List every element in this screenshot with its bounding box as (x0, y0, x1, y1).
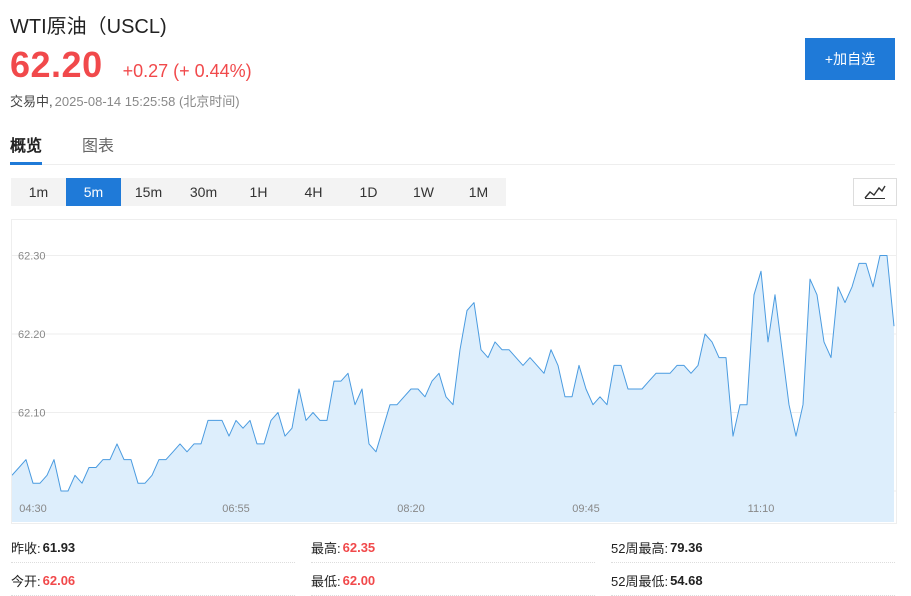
price-change: +0.27 (+ 0.44%) (122, 61, 252, 81)
stat-value: 62.00 (342, 572, 376, 588)
stat-value: 62.35 (342, 539, 376, 555)
stat-label: 52周最低: (611, 573, 669, 589)
y-tick-label: 62.20 (18, 329, 46, 341)
price-area (12, 255, 894, 522)
stat-value: 61.93 (42, 539, 76, 555)
x-tick-label: 04:30 (19, 503, 47, 515)
stat-value: 62.06 (42, 572, 76, 588)
tab-chart[interactable]: 图表 (82, 132, 114, 164)
period-selector: 1m 5m 15m 30m 1H 4H 1D 1W 1M (11, 178, 506, 206)
stat-prev-close: 昨收: 61.93 (11, 532, 295, 563)
tab-overview[interactable]: 概览 (10, 132, 43, 165)
instrument-title: WTI原油（USCL) (10, 16, 167, 38)
period-5m[interactable]: 5m (66, 178, 121, 206)
period-1m[interactable]: 1m (11, 178, 66, 206)
period-4h[interactable]: 4H (286, 178, 341, 206)
period-1h[interactable]: 1H (231, 178, 286, 206)
stat-label: 最低: (311, 573, 341, 589)
price-row: 62.20 +0.27 (+ 0.44%) (10, 44, 252, 86)
line-chart-icon (864, 185, 886, 199)
view-tabs: 概览 图表 (10, 132, 895, 165)
period-1d[interactable]: 1D (341, 178, 396, 206)
chart-type-toggle[interactable] (853, 178, 897, 206)
x-tick-label: 09:45 (572, 503, 600, 515)
quote-timestamp: 2025-08-14 15:25:58 (北京时间) (54, 94, 240, 109)
add-watchlist-button[interactable]: +加自选 (805, 38, 895, 80)
x-tick-label: 06:55 (222, 503, 250, 515)
period-15m[interactable]: 15m (121, 178, 176, 206)
stat-label: 最高: (311, 540, 341, 556)
stat-52w-high: 52周最高: 79.36 (611, 532, 895, 563)
y-tick-label: 62.10 (18, 408, 46, 420)
price-chart-svg: 62.0062.1062.2062.3004:3006:5508:2009:45… (11, 251, 896, 522)
period-1w[interactable]: 1W (396, 178, 451, 206)
y-tick-label: 62.30 (18, 251, 46, 263)
stat-52w-low: 52周最低: 54.68 (611, 565, 895, 596)
period-30m[interactable]: 30m (176, 178, 231, 206)
x-tick-label: 11:10 (748, 503, 775, 515)
x-tick-label: 08:20 (397, 503, 425, 515)
last-price: 62.20 (10, 44, 103, 85)
stat-high: 最高: 62.35 (311, 532, 595, 563)
stat-open: 今开: 62.06 (11, 565, 295, 596)
stat-value: 54.68 (670, 572, 703, 588)
trading-status-row: 交易中, 2025-08-14 15:25:58 (北京时间) (10, 91, 240, 110)
stat-label: 今开: (11, 573, 41, 589)
price-chart: 62.0062.1062.2062.3004:3006:5508:2009:45… (11, 219, 897, 524)
trading-status: 交易中, (10, 94, 53, 109)
stat-value: 79.36 (670, 539, 703, 555)
period-1mo[interactable]: 1M (451, 178, 506, 206)
stat-label: 52周最高: (611, 540, 669, 556)
stat-label: 昨收: (11, 540, 41, 556)
stat-low: 最低: 62.00 (311, 565, 595, 596)
